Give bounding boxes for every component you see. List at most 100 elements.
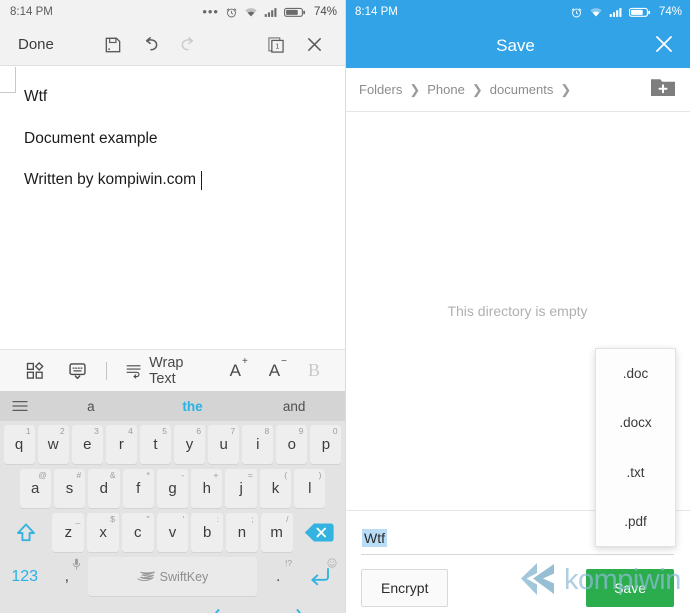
key-b[interactable]: :b — [191, 513, 224, 552]
decrease-font-button[interactable]: A− — [258, 350, 297, 391]
key-h[interactable]: + h — [191, 469, 223, 508]
breadcrumb: Folders ❯ Phone ❯ documents ❯ — [359, 82, 650, 98]
battery-percent-label: 74% — [313, 6, 337, 18]
key-hint: ; — [251, 514, 254, 524]
done-button[interactable]: Done — [12, 32, 60, 57]
increase-font-button[interactable]: A+ — [219, 350, 258, 391]
wrap-text-button[interactable]: Wrap Text — [114, 350, 219, 391]
extension-option-txt[interactable]: .txt — [596, 448, 675, 497]
punctuation-hint: !? — [285, 558, 293, 568]
key-x[interactable]: $ x — [87, 513, 119, 552]
text-cursor — [200, 171, 203, 191]
keyboard-suggestion-bar: a the and — [0, 391, 345, 421]
key-l[interactable]: ) l — [294, 469, 326, 508]
key-f[interactable]: * f — [122, 469, 154, 508]
status-time: 8:14 PM — [355, 6, 398, 18]
extension-option-pdf[interactable]: .pdf — [596, 497, 675, 546]
keyboard-row-4: 123 , SwiftKey !? . — [2, 557, 343, 596]
key-e[interactable]: 3e — [71, 425, 103, 464]
key-i[interactable]: 8i — [242, 425, 274, 464]
key-j[interactable]: = j — [225, 469, 257, 508]
key-label: e — [83, 436, 92, 453]
breadcrumb-item-folders[interactable]: Folders — [359, 82, 402, 97]
apps-grid-button[interactable] — [14, 350, 56, 391]
key-label: c — [134, 524, 142, 541]
file-extension-dropdown[interactable]: .doc .docx .txt .pdf — [595, 348, 676, 547]
key-label: o — [287, 436, 296, 453]
extension-option-doc[interactable]: .doc — [596, 349, 675, 398]
page-count-button[interactable]: 1 — [257, 35, 295, 55]
breadcrumb-item-documents[interactable]: documents — [490, 82, 554, 97]
numeric-mode-key[interactable]: 123 — [4, 557, 46, 596]
key-q[interactable]: 1q — [3, 425, 35, 464]
backspace-key[interactable] — [296, 513, 342, 552]
key-hint: ( — [284, 470, 288, 480]
key-label: h — [202, 480, 211, 497]
key-n[interactable]: ; n — [226, 513, 258, 552]
suggestion-word[interactable]: the — [142, 399, 244, 414]
key-g[interactable]: -g — [156, 469, 189, 508]
document-line-text: Document example — [24, 129, 158, 147]
breadcrumb-separator: ❯ — [560, 81, 572, 97]
hide-keyboard-button[interactable] — [56, 350, 99, 391]
save-button[interactable] — [94, 35, 132, 55]
undo-button[interactable] — [132, 34, 170, 55]
swiftkey-brand: SwiftKey — [137, 570, 208, 584]
key-label: w — [47, 436, 59, 453]
shift-key[interactable] — [4, 513, 50, 552]
key-p[interactable]: 0p — [310, 425, 342, 464]
suggestion-menu-button[interactable] — [0, 399, 40, 413]
period-key[interactable]: !? . — [260, 557, 296, 596]
key-hint: # — [76, 470, 82, 480]
key-hint: 1 — [25, 426, 31, 436]
key-w[interactable]: 2w — [37, 425, 69, 464]
key-y[interactable]: 6y — [174, 425, 206, 464]
key-t[interactable]: 5t — [139, 425, 171, 464]
key-z[interactable]: _ z — [52, 513, 85, 552]
alarm-clock-icon — [226, 7, 237, 17]
key-hint: @ — [38, 470, 47, 480]
enter-key[interactable] — [299, 557, 341, 596]
key-v[interactable]: ' v — [156, 513, 189, 552]
suggestion-word[interactable]: a — [40, 399, 142, 414]
key-label: i — [256, 436, 260, 453]
key-u[interactable]: 7u — [208, 425, 240, 464]
key-r[interactable]: 4r — [105, 425, 137, 464]
key-hint: 8 — [264, 426, 270, 436]
wifi-icon — [245, 8, 257, 17]
nav-left-button[interactable] — [173, 607, 258, 613]
page-stack-icon: 1 — [268, 36, 284, 53]
key-s[interactable]: # s — [53, 469, 86, 508]
encrypt-button[interactable]: Encrypt — [361, 569, 449, 607]
extension-option-docx[interactable]: .docx — [596, 398, 675, 447]
wrap-text-icon — [126, 365, 141, 379]
key-d[interactable]: & d — [88, 469, 120, 508]
breadcrumb-item-phone[interactable]: Phone — [427, 82, 465, 97]
key-c[interactable]: " c — [121, 513, 154, 552]
save-file-button[interactable]: Save — [586, 569, 674, 607]
page-margin-corner-marker — [0, 67, 16, 93]
suggestion-word[interactable]: and — [243, 399, 345, 414]
document-canvas[interactable]: Wtf Document example Written by kompiwin… — [0, 66, 345, 349]
key-o[interactable]: 9o — [276, 425, 308, 464]
new-folder-button[interactable] — [650, 76, 676, 103]
microphone-glyph — [72, 558, 80, 570]
key-label: t — [153, 436, 158, 453]
key-k[interactable]: (k — [259, 469, 292, 508]
more-dots-icon: ••• — [202, 4, 219, 19]
document-line: Document example — [24, 130, 345, 149]
key-m[interactable]: / m — [260, 513, 293, 552]
keyboard-row-1: 1q 2w 3e 4r 5t 6y 7u 8i 9o 0p — [2, 425, 343, 464]
space-key[interactable]: SwiftKey — [87, 557, 258, 596]
redo-button[interactable] — [170, 34, 208, 55]
bold-button[interactable]: B — [297, 350, 331, 391]
key-label: p — [321, 436, 331, 453]
close-editor-button[interactable] — [295, 34, 333, 55]
comma-key[interactable]: , — [49, 557, 85, 596]
key-a[interactable]: @ a — [19, 469, 51, 508]
nav-right-button[interactable] — [258, 607, 343, 613]
close-dialog-button[interactable] — [652, 32, 676, 61]
pane-divider — [345, 0, 346, 613]
save-dialog-title: Save — [496, 36, 535, 55]
save-dialog-app-bar: Save — [345, 24, 690, 68]
